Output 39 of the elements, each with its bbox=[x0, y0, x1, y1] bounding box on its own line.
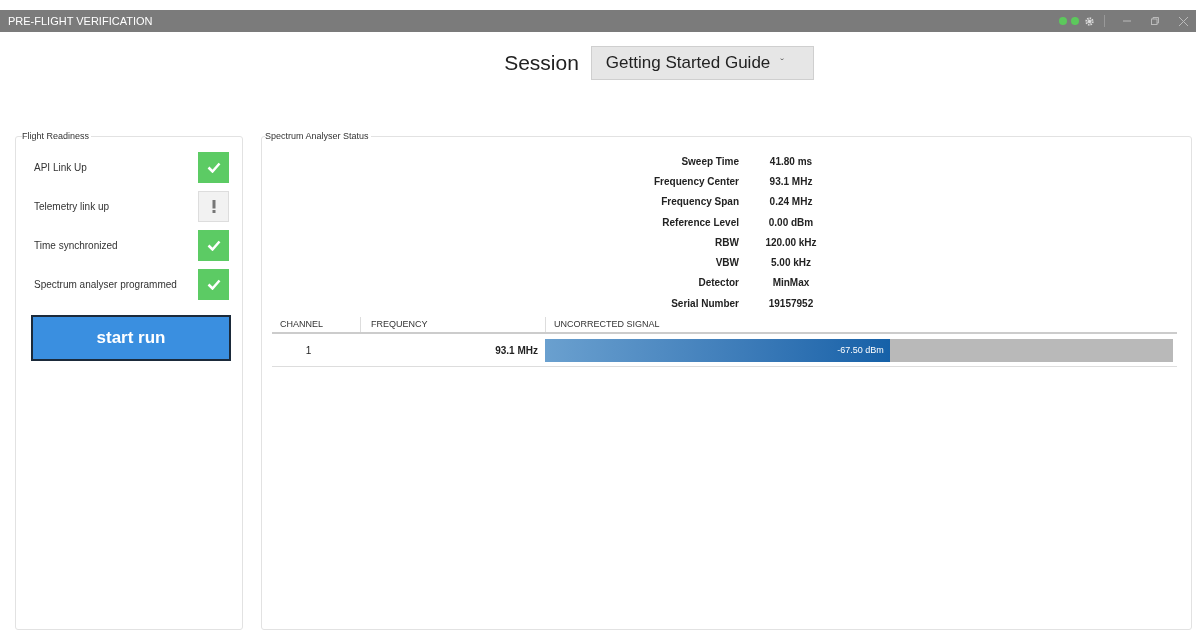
table-cell-text: 1 bbox=[305, 343, 312, 358]
field-label: Sweep Time bbox=[681, 154, 739, 169]
window-title: PRE-FLIGHT VERIFICATION bbox=[8, 13, 153, 29]
panel-title: Flight Readiness bbox=[22, 130, 92, 144]
panel-title: Spectrum Analyser Status bbox=[265, 130, 371, 144]
field-value: 0.24 MHz bbox=[769, 195, 813, 210]
field-label: Serial Number bbox=[671, 296, 739, 311]
signal-reading: -67.50 dBm bbox=[837, 343, 884, 357]
field-value: 5.00 kHz bbox=[771, 256, 811, 271]
column-header: FREQUENCY bbox=[371, 318, 428, 332]
item-label: Telemetry link up bbox=[34, 200, 110, 214]
check-indicator bbox=[198, 152, 229, 183]
field-label: Detector bbox=[698, 276, 739, 291]
field-value: 93.1 MHz bbox=[769, 174, 813, 189]
table-cell-text: 93.1 MHz bbox=[495, 343, 538, 358]
field-value: 41.80 ms bbox=[769, 154, 813, 169]
field-label: Frequency Center bbox=[653, 174, 739, 189]
field-label: Reference Level bbox=[662, 215, 739, 230]
field-label: VBW bbox=[715, 256, 739, 271]
item-label: Time synchronized bbox=[34, 239, 118, 253]
close-icon[interactable] bbox=[1179, 16, 1188, 26]
column-header: CHANNEL bbox=[280, 318, 323, 332]
field-label: RBW bbox=[715, 235, 739, 250]
session-dropdown[interactable]: Getting Started Guide ˇ bbox=[590, 46, 814, 80]
check-indicator bbox=[198, 269, 229, 300]
settings-icon[interactable] bbox=[1085, 16, 1094, 26]
warning-indicator bbox=[198, 191, 229, 222]
field-value: MinMax bbox=[772, 276, 810, 291]
item-label: API Link Up bbox=[34, 161, 87, 175]
column-header: UNCORRECTED SIGNAL bbox=[554, 318, 660, 332]
check-indicator bbox=[198, 230, 229, 261]
field-value: 0.00 dBm bbox=[768, 215, 814, 230]
restore-icon[interactable] bbox=[1151, 17, 1159, 25]
field-label: Frequency Span bbox=[661, 195, 739, 210]
session-label: Session bbox=[504, 50, 579, 77]
minimize-icon[interactable] bbox=[1123, 17, 1131, 25]
field-value: 19157952 bbox=[768, 296, 814, 311]
item-label: Spectrum analyser programmed bbox=[34, 278, 177, 292]
field-value: 120.00 kHz bbox=[765, 235, 817, 250]
